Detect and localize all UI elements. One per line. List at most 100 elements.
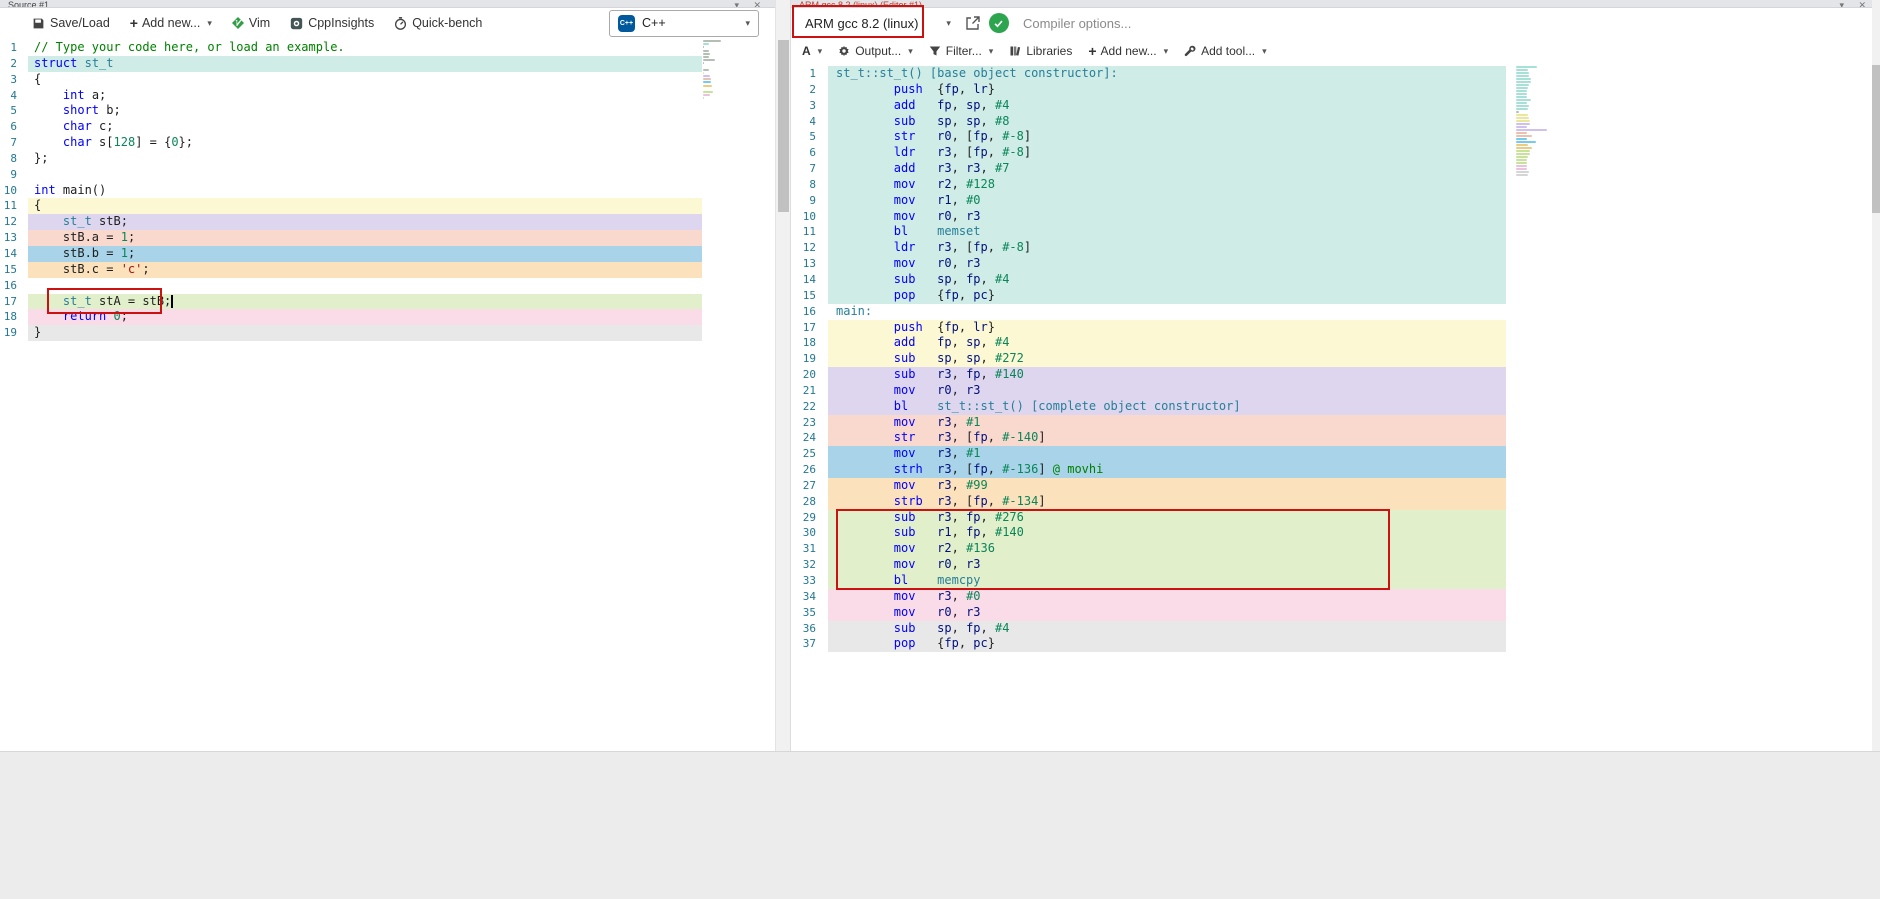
- line-content: sub r3, fp, #276: [828, 509, 1506, 526]
- code-line[interactable]: 9: [0, 167, 775, 183]
- code-line[interactable]: 16 main:: [791, 304, 1880, 320]
- add-new-button[interactable]: + Add new... ▾: [122, 11, 220, 35]
- code-line[interactable]: 27 mov r3, #99: [791, 477, 1880, 494]
- line-number: 33: [802, 574, 816, 587]
- code-line[interactable]: 3{: [0, 72, 775, 88]
- code-line[interactable]: 1 st_t::st_t() [base object constructor]:: [791, 66, 1880, 82]
- code-line[interactable]: 28 strb r3, [fp, #-134]: [791, 493, 1880, 510]
- code-line[interactable]: 10 int main(): [0, 183, 775, 199]
- source-minimap[interactable]: [703, 40, 723, 101]
- code-line[interactable]: 21 mov r0, r3: [791, 382, 1880, 399]
- code-line[interactable]: 10 mov r0, r3: [791, 208, 1880, 225]
- code-line[interactable]: 2 push {fp, lr}: [791, 81, 1880, 98]
- code-line[interactable]: 36 sub sp, fp, #4: [791, 620, 1880, 637]
- line-number: 28: [802, 494, 816, 508]
- code-line[interactable]: 15 pop {fp, pc}: [791, 287, 1880, 304]
- code-line[interactable]: 22 bl st_t::st_t() [complete object cons…: [791, 398, 1880, 415]
- line-content: bl memset: [828, 224, 1506, 241]
- code-line[interactable]: 4 sub sp, sp, #8: [791, 113, 1880, 130]
- line-content: mov r2, #136: [828, 541, 1506, 558]
- code-line[interactable]: 3 add fp, sp, #4: [791, 97, 1880, 114]
- code-line[interactable]: 7 char s[128] = {0};: [0, 135, 775, 151]
- output-button[interactable]: Output... ▾: [831, 41, 920, 61]
- code-line[interactable]: 11 bl memset: [791, 224, 1880, 241]
- plus-icon: +: [1088, 43, 1097, 59]
- code-line[interactable]: 18 add fp, sp, #4: [791, 335, 1880, 352]
- code-line[interactable]: 35 mov r0, r3: [791, 604, 1880, 621]
- code-line[interactable]: 23 mov r3, #1: [791, 414, 1880, 431]
- compiler-pane-header[interactable]: ARM gcc 8.2 (linux) (Editor #1) ▾ ✕: [791, 0, 1880, 8]
- code-line[interactable]: 34 mov r3, #0: [791, 588, 1880, 605]
- add-tool-button[interactable]: Add tool... ▾: [1177, 41, 1274, 61]
- code-line[interactable]: 37 pop {fp, pc}: [791, 636, 1880, 653]
- filter-button[interactable]: Filter... ▾: [922, 41, 1001, 61]
- code-line[interactable]: 4 int a;: [0, 88, 775, 104]
- code-line[interactable]: 15 stB.c = 'c';: [0, 261, 775, 278]
- code-line[interactable]: 14 sub sp, fp, #4: [791, 271, 1880, 288]
- code-line[interactable]: 13 mov r0, r3: [791, 256, 1880, 272]
- code-line[interactable]: 24 str r3, [fp, #-140]: [791, 430, 1880, 447]
- code-line[interactable]: 19}: [0, 325, 775, 342]
- code-line[interactable]: 33 bl memcpy: [791, 573, 1880, 589]
- code-line[interactable]: 25 mov r3, #1: [791, 446, 1880, 463]
- assembly-editor[interactable]: 1 st_t::st_t() [base object constructor]:…: [791, 64, 1880, 751]
- code-line[interactable]: 29 sub r3, fp, #276: [791, 509, 1880, 526]
- source-pane-header[interactable]: Source #1 ▾ ✕: [0, 0, 775, 8]
- add-new-button[interactable]: + Add new... ▾: [1081, 40, 1175, 62]
- code-line[interactable]: 5 short b;: [0, 103, 775, 119]
- code-line[interactable]: 6 ldr r3, [fp, #-8]: [791, 145, 1880, 162]
- line-content: mov r3, #0: [828, 588, 1506, 605]
- code-line[interactable]: 20 sub r3, fp, #140: [791, 367, 1880, 383]
- libraries-button[interactable]: Libraries: [1002, 41, 1079, 61]
- quickbench-button[interactable]: Quick-bench: [386, 12, 490, 34]
- font-size-button[interactable]: A ▾: [795, 41, 829, 61]
- line-content: ldr r3, [fp, #-8]: [828, 240, 1506, 257]
- line-number: 11: [802, 225, 816, 239]
- code-line[interactable]: 32 mov r0, r3: [791, 557, 1880, 573]
- code-line[interactable]: 12 ldr r3, [fp, #-8]: [791, 240, 1880, 257]
- code-line[interactable]: 9 mov r1, #0: [791, 192, 1880, 209]
- code-line[interactable]: 31 mov r2, #136: [791, 541, 1880, 558]
- scrollbar-thumb[interactable]: [1872, 65, 1880, 213]
- code-line[interactable]: 11 {: [0, 198, 775, 215]
- code-line[interactable]: 8 mov r2, #128: [791, 176, 1880, 193]
- line-number: 32: [802, 558, 816, 572]
- code-line[interactable]: 26 strh r3, [fp, #-136] @ movhi: [791, 462, 1880, 478]
- code-line[interactable]: 5 str r0, [fp, #-8]: [791, 129, 1880, 146]
- code-line[interactable]: 17 push {fp, lr}: [791, 319, 1880, 336]
- open-in-new-window-icon[interactable]: [965, 15, 981, 31]
- code-line[interactable]: 7 add r3, r3, #7: [791, 161, 1880, 177]
- line-content: }: [28, 325, 702, 342]
- pane-divider-scrollbar[interactable]: [775, 0, 790, 751]
- line-number: 3: [10, 72, 17, 86]
- line-number: 18: [802, 336, 816, 350]
- cppinsights-button[interactable]: CppInsights: [282, 12, 382, 34]
- scrollbar-thumb[interactable]: [778, 40, 789, 212]
- language-select[interactable]: C++ C++ ▾: [609, 9, 759, 37]
- save-load-button[interactable]: Save/Load: [24, 12, 118, 34]
- code-line[interactable]: 1 // Type your code here, or load an exam…: [0, 40, 775, 56]
- assembly-minimap[interactable]: [1516, 66, 1554, 177]
- line-number: 17: [3, 294, 17, 308]
- vim-toggle-button[interactable]: Vim: [224, 12, 278, 34]
- code-line[interactable]: 13 stB.a = 1;: [0, 230, 775, 246]
- compiler-options-input[interactable]: [1022, 11, 1872, 35]
- assembly-scrollbar[interactable]: [1872, 0, 1880, 751]
- code-line[interactable]: 18 return 0;: [0, 309, 775, 326]
- line-content: pop {fp, pc}: [828, 287, 1506, 304]
- line-number: 9: [809, 193, 816, 207]
- line-content: add r3, r3, #7: [828, 161, 1506, 177]
- code-line[interactable]: 2 struct st_t: [0, 55, 775, 72]
- line-number: 20: [802, 368, 816, 382]
- code-line[interactable]: 16: [0, 278, 775, 294]
- code-line[interactable]: 30 sub r1, fp, #140: [791, 525, 1880, 542]
- code-line[interactable]: 17 st_t stA = stB;: [0, 293, 775, 310]
- code-line[interactable]: 12 st_t stB;: [0, 214, 775, 231]
- code-line[interactable]: 6 char c;: [0, 119, 775, 135]
- source-editor[interactable]: 1 // Type your code here, or load an exam…: [0, 38, 775, 751]
- compiler-select[interactable]: ARM gcc 8.2 (linux) ▾: [799, 12, 957, 35]
- code-line[interactable]: 19 sub sp, sp, #272: [791, 351, 1880, 368]
- line-content: st_t::st_t() [base object constructor]:: [828, 66, 1506, 82]
- code-line[interactable]: 14 stB.b = 1;: [0, 245, 775, 262]
- code-line[interactable]: 8};: [0, 151, 775, 167]
